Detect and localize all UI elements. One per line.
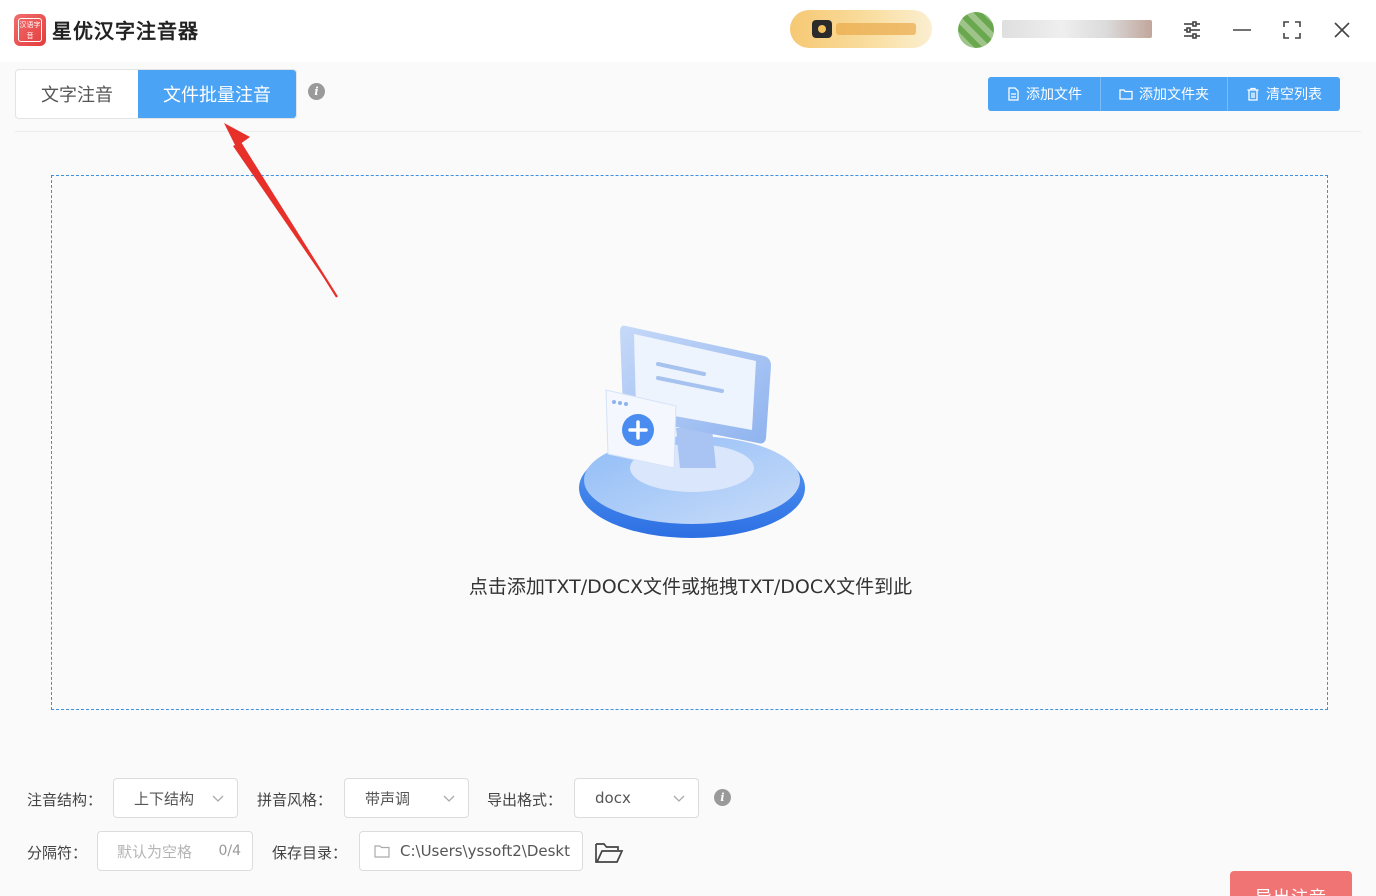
main-area: 文字注音 文件批量注音 i 添加文件 添加文件夹 清空列表 点击添加TXT/DO…: [0, 62, 1376, 896]
export-annotation-button[interactable]: 导出注音: [1230, 871, 1352, 896]
export-format-value: docx: [595, 789, 631, 807]
structure-value: 上下结构: [134, 789, 195, 808]
folder-open-icon[interactable]: [594, 840, 624, 866]
save-dir-label: 保存目录：: [272, 844, 348, 862]
export-format-select[interactable]: docx: [574, 778, 699, 818]
add-folder-label: 添加文件夹: [1139, 87, 1209, 103]
tab-batch-file-annotation[interactable]: 文件批量注音: [138, 70, 296, 118]
separator-input[interactable]: 默认为空格 0/4: [97, 831, 253, 871]
close-icon[interactable]: [1326, 14, 1358, 46]
logo-glyph: 汉: [19, 20, 27, 29]
trash-icon: [1247, 87, 1259, 101]
info-icon[interactable]: i: [308, 83, 325, 100]
clear-list-button[interactable]: 清空列表: [1228, 77, 1340, 111]
folder-icon: [374, 845, 390, 858]
file-icon: [1008, 87, 1019, 101]
separator-counter: 0/4: [218, 843, 241, 859]
folder-icon: [1119, 89, 1133, 100]
separator-placeholder: 默认为空格: [117, 842, 193, 861]
logo-glyph: 字: [33, 20, 41, 29]
logo-glyph: 语: [26, 20, 34, 29]
chevron-down-icon: [212, 795, 224, 802]
maximize-icon[interactable]: [1276, 14, 1308, 46]
app-title: 星优汉字注音器: [52, 19, 199, 43]
app-logo: 汉语字音: [14, 14, 46, 46]
pinyin-style-label: 拼音风格：: [257, 791, 333, 809]
pinyin-style-value: 带声调: [365, 789, 411, 808]
add-file-label: 添加文件: [1026, 87, 1082, 103]
chevron-down-icon: [673, 795, 685, 802]
minimize-icon[interactable]: [1226, 14, 1258, 46]
structure-label: 注音结构：: [27, 791, 103, 809]
add-folder-button[interactable]: 添加文件夹: [1101, 77, 1228, 111]
title-bar: 汉语字音 星优汉字注音器: [0, 0, 1376, 62]
add-file-button[interactable]: 添加文件: [988, 77, 1101, 111]
save-dir-input[interactable]: C:\Users\yssoft2\Desktop: [359, 831, 583, 871]
file-drop-zone[interactable]: 点击添加TXT/DOCX文件或拖拽TXT/DOCX文件到此: [51, 175, 1328, 710]
file-action-group: 添加文件 添加文件夹 清空列表: [988, 77, 1340, 111]
vip-badge[interactable]: [790, 10, 932, 48]
tab-text-annotation[interactable]: 文字注音: [16, 70, 138, 118]
structure-select[interactable]: 上下结构: [113, 778, 238, 818]
app-logo-glyphs: 汉语字音: [18, 18, 42, 42]
separator-label: 分隔符：: [27, 844, 88, 862]
pinyin-style-select[interactable]: 带声调: [344, 778, 469, 818]
vip-crown-icon: [812, 20, 832, 38]
info-icon[interactable]: i: [714, 789, 731, 806]
mode-tabs: 文字注音 文件批量注音: [15, 69, 297, 119]
sliders-icon[interactable]: [1176, 14, 1208, 46]
vip-text-redacted: [836, 23, 916, 35]
clear-list-label: 清空列表: [1266, 87, 1322, 103]
header-divider: [15, 131, 1361, 132]
save-dir-value: C:\Users\yssoft2\Desktop: [400, 842, 570, 860]
user-name-redacted[interactable]: [1002, 20, 1152, 38]
export-format-label: 导出格式：: [487, 791, 563, 809]
user-avatar[interactable]: [958, 12, 994, 48]
drop-zone-hint: 点击添加TXT/DOCX文件或拖拽TXT/DOCX文件到此: [468, 576, 913, 598]
chevron-down-icon: [443, 795, 455, 802]
logo-glyph: 音: [26, 31, 34, 40]
add-file-illustration: [579, 325, 805, 538]
